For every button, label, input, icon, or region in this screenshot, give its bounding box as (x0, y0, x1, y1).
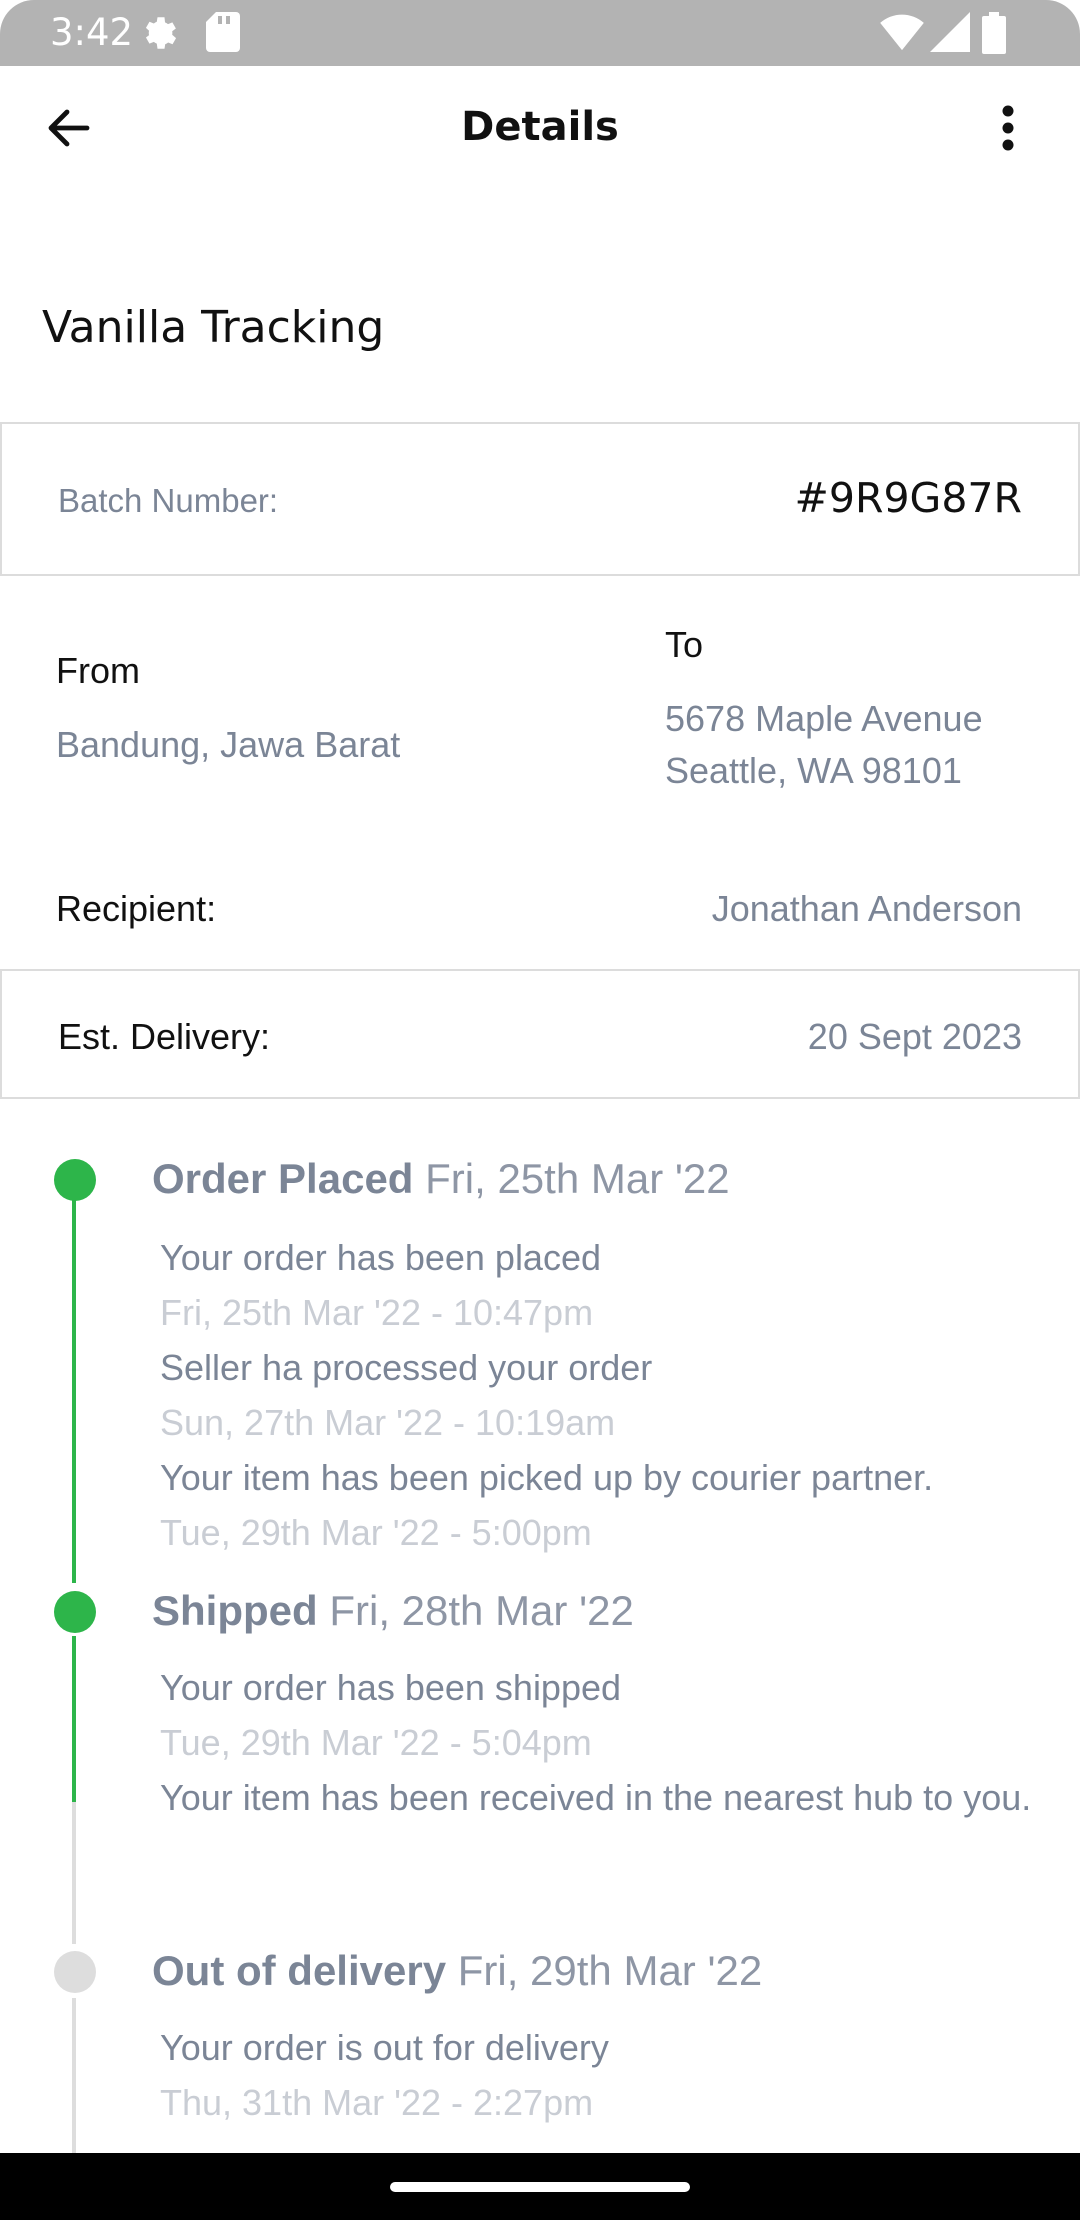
step-date: Fri, 25th Mar '22 (425, 1155, 730, 1202)
timeline-connector (72, 1802, 76, 1944)
step-name: Shipped (152, 1587, 318, 1634)
event-time: Tue, 29th Mar '22 - 5:00pm (160, 1512, 592, 1553)
product-name: Vanilla Tracking (42, 302, 385, 353)
event-text: Your item has been received in the neare… (160, 1777, 1032, 1818)
est-delivery-label: Est. Delivery: (58, 1016, 271, 1057)
recipient-value: Jonathan Anderson (711, 888, 1022, 929)
timeline-dot-completed (54, 1591, 96, 1633)
timeline-step-title: Shipped Fri, 28th Mar '22 (152, 1587, 634, 1635)
more-options-button[interactable] (978, 94, 1038, 166)
batch-number-value: #9R9G87R (794, 474, 1022, 522)
step-date: Fri, 28th Mar '22 (329, 1587, 634, 1634)
home-gesture-handle[interactable] (390, 2182, 690, 2192)
recipient-label: Recipient: (56, 888, 217, 929)
batch-number-label: Batch Number: (58, 482, 279, 519)
event-time: Fri, 25th Mar '22 - 10:47pm (160, 1292, 594, 1333)
timeline-connector (72, 1636, 76, 1802)
timeline-step-title: Out of delivery Fri, 29th Mar '22 (152, 1947, 762, 1995)
step-name: Out of delivery (152, 1947, 447, 1994)
event-time: Thu, 31th Mar '22 - 2:27pm (160, 2082, 594, 2123)
more-vertical-icon (1001, 105, 1015, 156)
event-time: Tue, 29th Mar '22 - 5:04pm (160, 1722, 592, 1763)
battery-icon (982, 12, 1006, 59)
to-label: To (665, 624, 704, 665)
timeline-step-title: Order Placed Fri, 25th Mar '22 (152, 1155, 730, 1203)
to-address-line: 5678 Maple Avenue (665, 698, 983, 739)
event-text: Your order has been shipped (160, 1667, 622, 1708)
from-label: From (56, 650, 140, 691)
from-value: Bandung, Jawa Barat (56, 724, 401, 765)
timeline-connector (72, 1998, 76, 2153)
est-delivery-row: Est. Delivery: 20 Sept 2023 (0, 969, 1080, 1099)
timeline-dot-completed (54, 1159, 96, 1201)
wifi-icon (880, 12, 924, 57)
timeline-dot-pending (54, 1951, 96, 1993)
event-text: Your item has been picked up by courier … (160, 1457, 934, 1498)
step-name: Order Placed (152, 1155, 414, 1202)
timeline-connector (72, 1200, 76, 1583)
event-text: Your order has been placed (160, 1237, 601, 1278)
app-bar: Details (0, 66, 1080, 194)
signal-icon (930, 12, 970, 57)
sd-card-icon (206, 12, 240, 57)
event-text: Your order is out for delivery (160, 2027, 609, 2068)
page-title: Details (461, 104, 619, 150)
event-time: Sun, 27th Mar '22 - 10:19am (160, 1402, 616, 1443)
event-text: Seller ha processed your order (160, 1347, 653, 1388)
to-address-line: Seattle, WA 98101 (665, 750, 962, 791)
step-date: Fri, 29th Mar '22 (457, 1947, 763, 1994)
settings-gear-icon (140, 12, 182, 59)
batch-number-row: Batch Number: #9R9G87R (0, 422, 1080, 576)
est-delivery-value: 20 Sept 2023 (807, 1016, 1022, 1057)
status-time: 3:42 (50, 11, 134, 54)
status-bar: 3:42 (0, 0, 1080, 66)
